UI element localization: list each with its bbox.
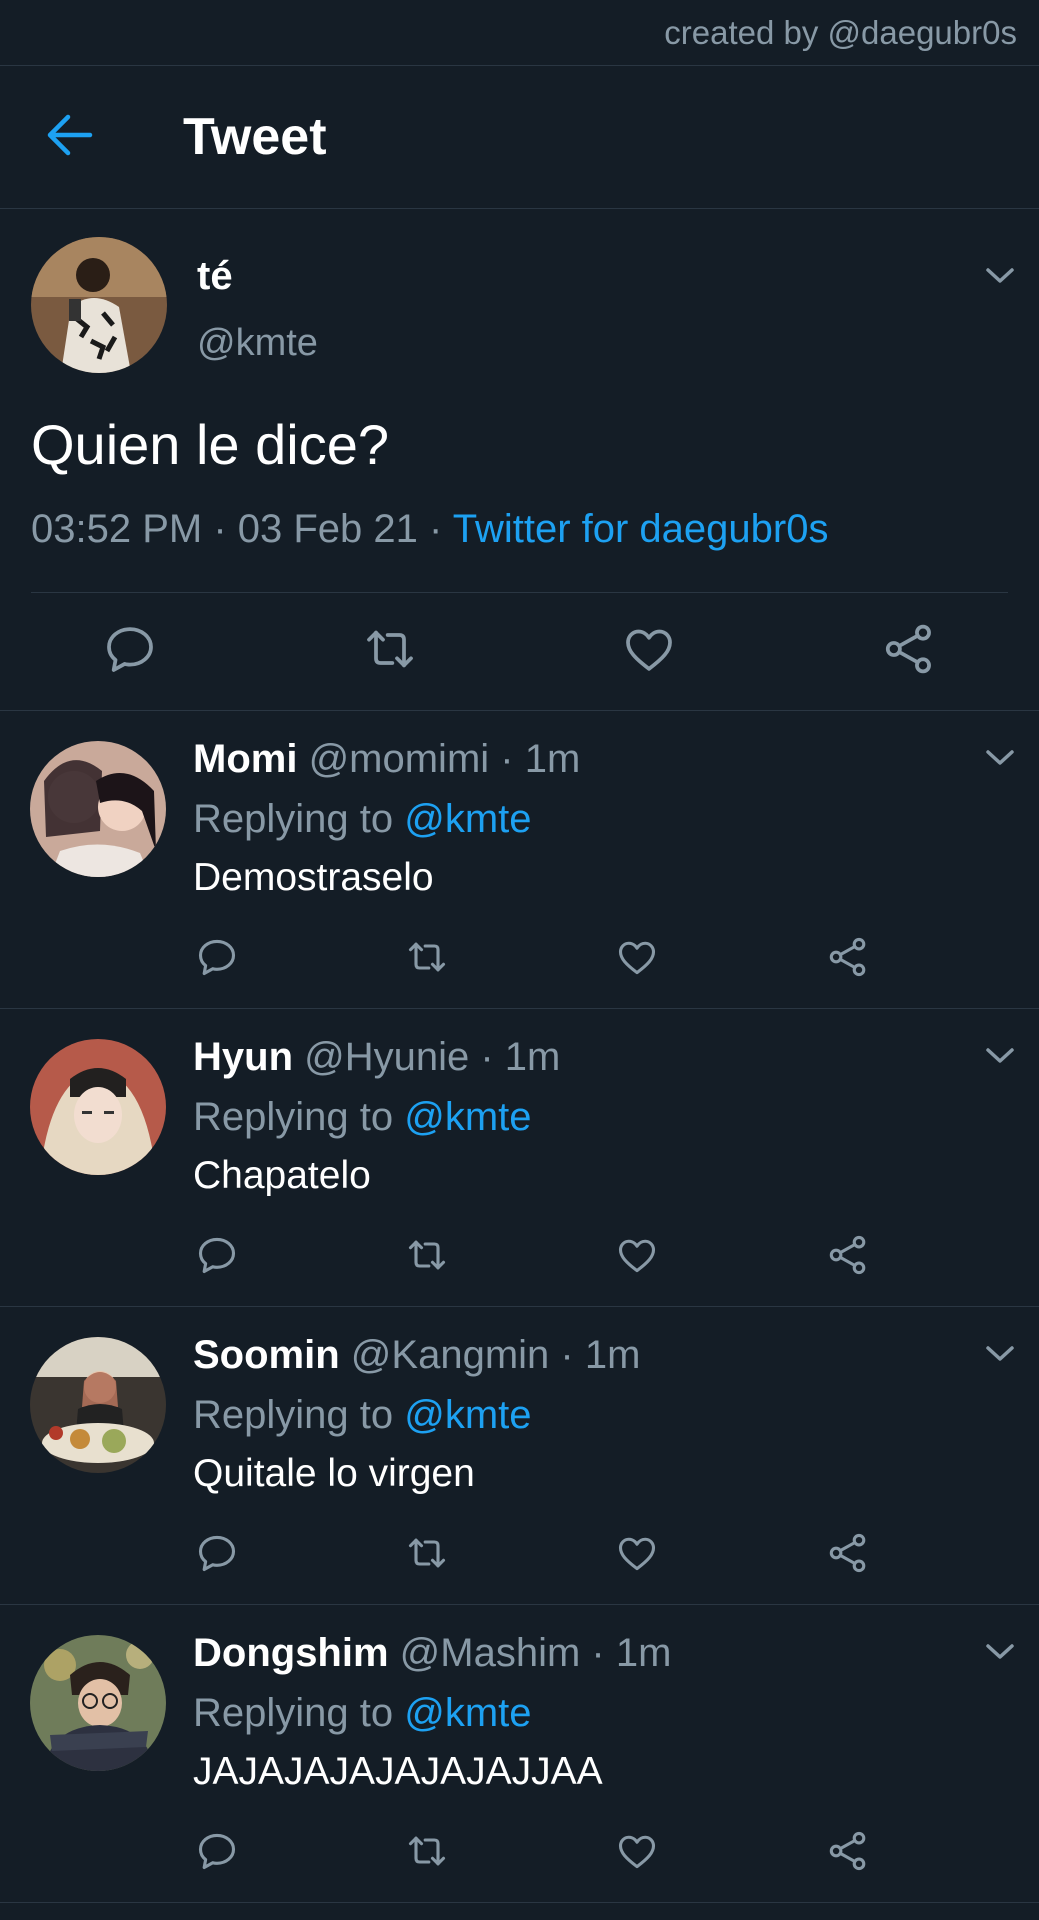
reply-author-handle[interactable]: @Kangmin <box>351 1333 549 1377</box>
replying-label: Replying to <box>193 797 394 841</box>
reply-tweet[interactable]: Dongshim @Mashim · 1m Replying to @kmte … <box>0 1605 1039 1903</box>
divider <box>31 592 1008 593</box>
reply-text: Demostraselo <box>193 856 434 899</box>
retweet-icon[interactable] <box>405 1829 449 1873</box>
like-icon[interactable] <box>615 935 659 979</box>
retweet-icon[interactable] <box>362 621 418 677</box>
reply-icon[interactable] <box>195 1233 239 1277</box>
reply-icon[interactable] <box>195 1829 239 1873</box>
reply-time: 1m <box>615 1631 672 1675</box>
retweet-icon[interactable] <box>405 1233 449 1277</box>
chevron-down-icon[interactable] <box>983 1641 1017 1663</box>
like-icon[interactable] <box>615 1233 659 1277</box>
author-name[interactable]: té <box>197 254 233 299</box>
chevron-down-icon[interactable] <box>983 1045 1017 1067</box>
replying-label: Replying to <box>193 1095 394 1139</box>
share-icon[interactable] <box>826 1531 870 1575</box>
top-bar: Tweet <box>0 67 1039 209</box>
reply-author-name[interactable]: Hyun <box>193 1035 293 1079</box>
watermark-text: created by @daegubr0s <box>664 14 1017 51</box>
reply-text: Chapatelo <box>193 1154 371 1197</box>
avatar[interactable] <box>30 1635 166 1771</box>
reply-text: Quitale lo virgen <box>193 1452 475 1495</box>
replying-to: Replying to @kmte <box>193 797 532 842</box>
replying-label: Replying to <box>193 1691 394 1735</box>
chevron-down-icon[interactable] <box>983 1343 1017 1365</box>
replying-to-link[interactable]: @kmte <box>404 1393 531 1437</box>
replying-to: Replying to @kmte <box>193 1393 532 1438</box>
avatar[interactable] <box>30 1337 166 1473</box>
reply-time: 1m <box>584 1333 641 1377</box>
watermark: created by @daegubr0s <box>0 0 1039 66</box>
reply-icon[interactable] <box>195 935 239 979</box>
tweet-date: 03 Feb 21 <box>237 507 418 551</box>
reply-tweet[interactable]: Momi @momimi · 1m Replying to @kmte Demo… <box>0 711 1039 1009</box>
replying-label: Replying to <box>193 1393 394 1437</box>
reply-header: Hyun @Hyunie · 1m <box>193 1035 561 1079</box>
reply-time: 1m <box>504 1035 561 1079</box>
reply-tweet[interactable]: Soomin @Kangmin · 1m Replying to @kmte Q… <box>0 1307 1039 1605</box>
replying-to-link[interactable]: @kmte <box>404 1691 531 1735</box>
main-tweet: té @kmte Quien le dice? 03:52 PM · 03 Fe… <box>0 209 1039 711</box>
reply-header: Momi @momimi · 1m <box>193 737 581 781</box>
reply-time: 1m <box>524 737 581 781</box>
share-icon[interactable] <box>826 935 870 979</box>
replying-to: Replying to @kmte <box>193 1691 532 1736</box>
like-icon[interactable] <box>615 1829 659 1873</box>
reply-header: Soomin @Kangmin · 1m <box>193 1333 641 1377</box>
like-icon[interactable] <box>615 1531 659 1575</box>
reply-header: Dongshim @Mashim · 1m <box>193 1631 672 1675</box>
back-arrow-icon[interactable] <box>44 113 96 157</box>
share-icon[interactable] <box>881 621 937 677</box>
page-title: Tweet <box>183 108 327 166</box>
reply-icon[interactable] <box>102 621 158 677</box>
share-icon[interactable] <box>826 1233 870 1277</box>
retweet-icon[interactable] <box>405 935 449 979</box>
reply-text: JAJAJAJAJAJAJAJJAA <box>193 1750 603 1793</box>
chevron-down-icon[interactable] <box>983 265 1017 287</box>
author-handle[interactable]: @kmte <box>197 322 318 365</box>
chevron-down-icon[interactable] <box>983 747 1017 769</box>
tweet-meta: 03:52 PM · 03 Feb 21 · Twitter for daegu… <box>31 507 829 551</box>
replying-to: Replying to @kmte <box>193 1095 532 1140</box>
replying-to-link[interactable]: @kmte <box>404 797 531 841</box>
share-icon[interactable] <box>826 1829 870 1873</box>
reply-tweet[interactable]: Hyun @Hyunie · 1m Replying to @kmte Chap… <box>0 1009 1039 1307</box>
reply-icon[interactable] <box>195 1531 239 1575</box>
avatar[interactable] <box>30 1039 166 1175</box>
avatar[interactable] <box>31 237 167 373</box>
tweet-text: Quien le dice? <box>31 413 390 476</box>
reply-author-handle[interactable]: @momimi <box>309 737 490 781</box>
reply-author-handle[interactable]: @Mashim <box>400 1631 581 1675</box>
tweet-time: 03:52 PM <box>31 507 203 551</box>
avatar[interactable] <box>30 741 166 877</box>
retweet-icon[interactable] <box>405 1531 449 1575</box>
reply-author-name[interactable]: Soomin <box>193 1333 340 1377</box>
reply-author-name[interactable]: Momi <box>193 737 297 781</box>
reply-author-name[interactable]: Dongshim <box>193 1631 389 1675</box>
replying-to-link[interactable]: @kmte <box>404 1095 531 1139</box>
reply-author-handle[interactable]: @Hyunie <box>304 1035 469 1079</box>
like-icon[interactable] <box>621 621 677 677</box>
tweet-source-link[interactable]: Twitter for daegubr0s <box>453 507 829 551</box>
